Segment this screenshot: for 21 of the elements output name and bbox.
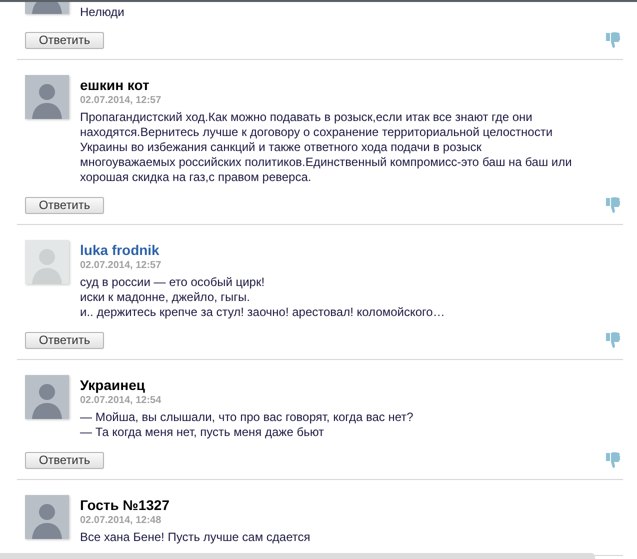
author-name: Гость №1327	[80, 497, 170, 513]
comment-text: Пропагандистский ход.Как можно подавать в розыск,если итак все знают где они находятся.Вернитесь лучше к договору о сохранение территориальной целостности Украины во избежания санкций и также ответного хода подачи в розыск многоуважаемых российских политиков.Единственный компромисс-это баш на баш или хорошая скидка на газ,с правом реверса.	[80, 110, 573, 185]
thumbs-down-icon[interactable]	[605, 196, 621, 214]
comment-date: 02.07.2014, 12:54	[80, 394, 162, 408]
author-name: ешкин кот	[80, 77, 150, 93]
comment-date: 02.07.2014, 12:48	[80, 514, 162, 528]
comment-text: — Мойша, вы слышали, что про вас говорят, когда вас нет? — Та когда меня нет, пусть меня даже бьют	[80, 410, 414, 440]
author-name: Украинец	[80, 377, 146, 393]
reply-button[interactable]: Ответить	[25, 196, 104, 214]
reply-button[interactable]: Ответить	[25, 452, 104, 468]
thumbs-down-icon[interactable]	[605, 331, 621, 349]
comment-date: 02.07.2014, 12:57	[80, 259, 162, 273]
author-name[interactable]: luka frodnik	[80, 242, 445, 258]
reply-button[interactable]: Ответить	[25, 332, 104, 348]
comment-text: суд в россии — ето особый цирк! иски к мадонне, джейло, гыгы. и.. держитесь крепче за стул! заочно! арестовал! коломойского…	[80, 275, 445, 320]
reply-button[interactable]: Ответить	[25, 32, 104, 48]
comment-text: Все хана Бене! Пусть лучше сам сдается	[80, 530, 310, 545]
comment-date: 02.07.2014, 12:57	[80, 94, 162, 108]
thumbs-down-icon[interactable]	[605, 451, 621, 469]
comment-text: Нелюди	[80, 5, 124, 20]
thumbs-down-icon[interactable]	[605, 31, 621, 49]
